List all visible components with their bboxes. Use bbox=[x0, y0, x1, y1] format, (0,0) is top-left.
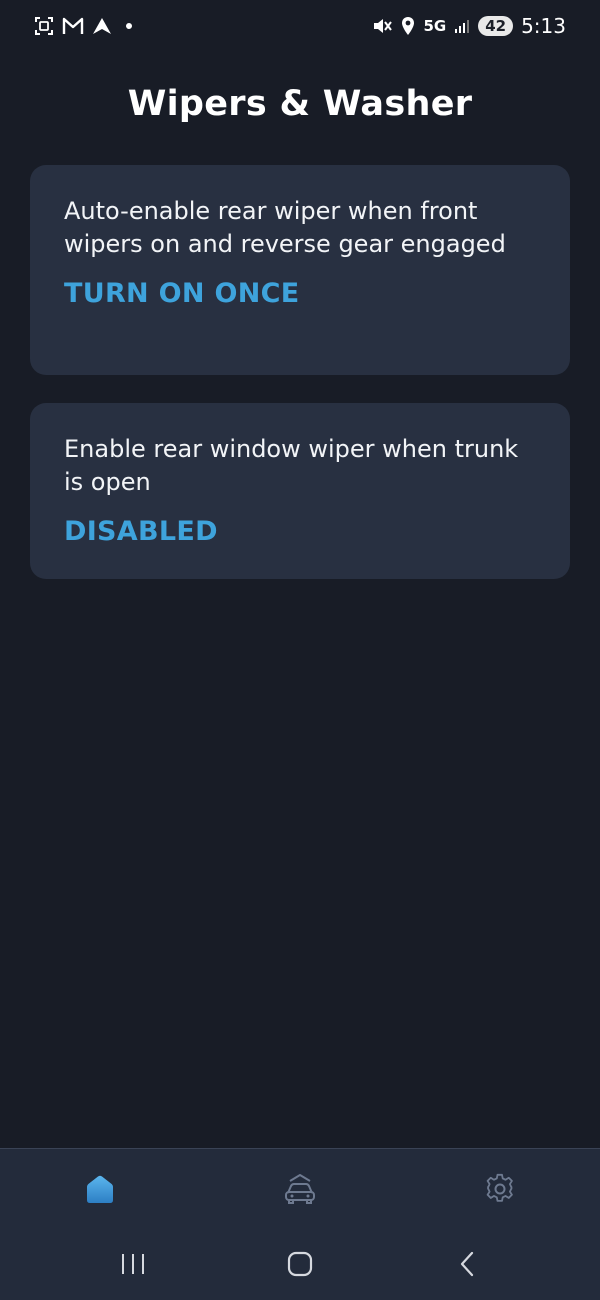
setting-card-rear-wiper-trunk[interactable]: Enable rear window wiper when trunk is o… bbox=[30, 403, 570, 579]
setting-description: Enable rear window wiper when trunk is o… bbox=[64, 435, 519, 496]
screenshot-icon bbox=[34, 16, 54, 36]
gmail-icon bbox=[62, 17, 84, 35]
nav-settings-button[interactable] bbox=[480, 1171, 520, 1211]
page-title: Wipers & Washer bbox=[127, 84, 473, 124]
setting-description: Auto-enable rear wiper when front wipers… bbox=[64, 197, 506, 258]
bottom-nav bbox=[0, 1148, 600, 1233]
status-bar: 5G 42 5:13 bbox=[0, 0, 600, 56]
setting-value[interactable]: DISABLED bbox=[64, 516, 536, 547]
recents-button[interactable] bbox=[113, 1250, 153, 1282]
setting-value[interactable]: TURN ON ONCE bbox=[64, 278, 536, 309]
car-icon bbox=[282, 1171, 318, 1211]
status-right: 5G 42 5:13 bbox=[371, 14, 566, 38]
app-arrow-icon bbox=[92, 17, 112, 35]
clock: 5:13 bbox=[521, 14, 566, 38]
nav-vehicle-button[interactable] bbox=[280, 1171, 320, 1211]
recents-icon bbox=[120, 1252, 146, 1280]
screen: 5G 42 5:13 Wipers & Washer Auto-enable r… bbox=[0, 0, 600, 1300]
back-button[interactable] bbox=[448, 1250, 488, 1282]
mute-vibrate-icon bbox=[371, 16, 393, 36]
home-circle-icon bbox=[287, 1251, 313, 1281]
notification-dot-icon bbox=[126, 23, 132, 29]
nav-home-button[interactable] bbox=[80, 1171, 120, 1211]
location-icon bbox=[401, 16, 415, 36]
home-icon bbox=[83, 1173, 117, 1209]
system-nav-bar bbox=[0, 1232, 600, 1300]
battery-level: 42 bbox=[478, 16, 514, 36]
status-left bbox=[34, 16, 132, 36]
back-icon bbox=[458, 1251, 478, 1281]
system-home-button[interactable] bbox=[280, 1250, 320, 1282]
setting-card-rear-wiper-reverse[interactable]: Auto-enable rear wiper when front wipers… bbox=[30, 165, 570, 375]
signal-icon bbox=[454, 18, 470, 34]
network-type: 5G bbox=[423, 17, 447, 35]
gear-icon bbox=[484, 1173, 516, 1209]
